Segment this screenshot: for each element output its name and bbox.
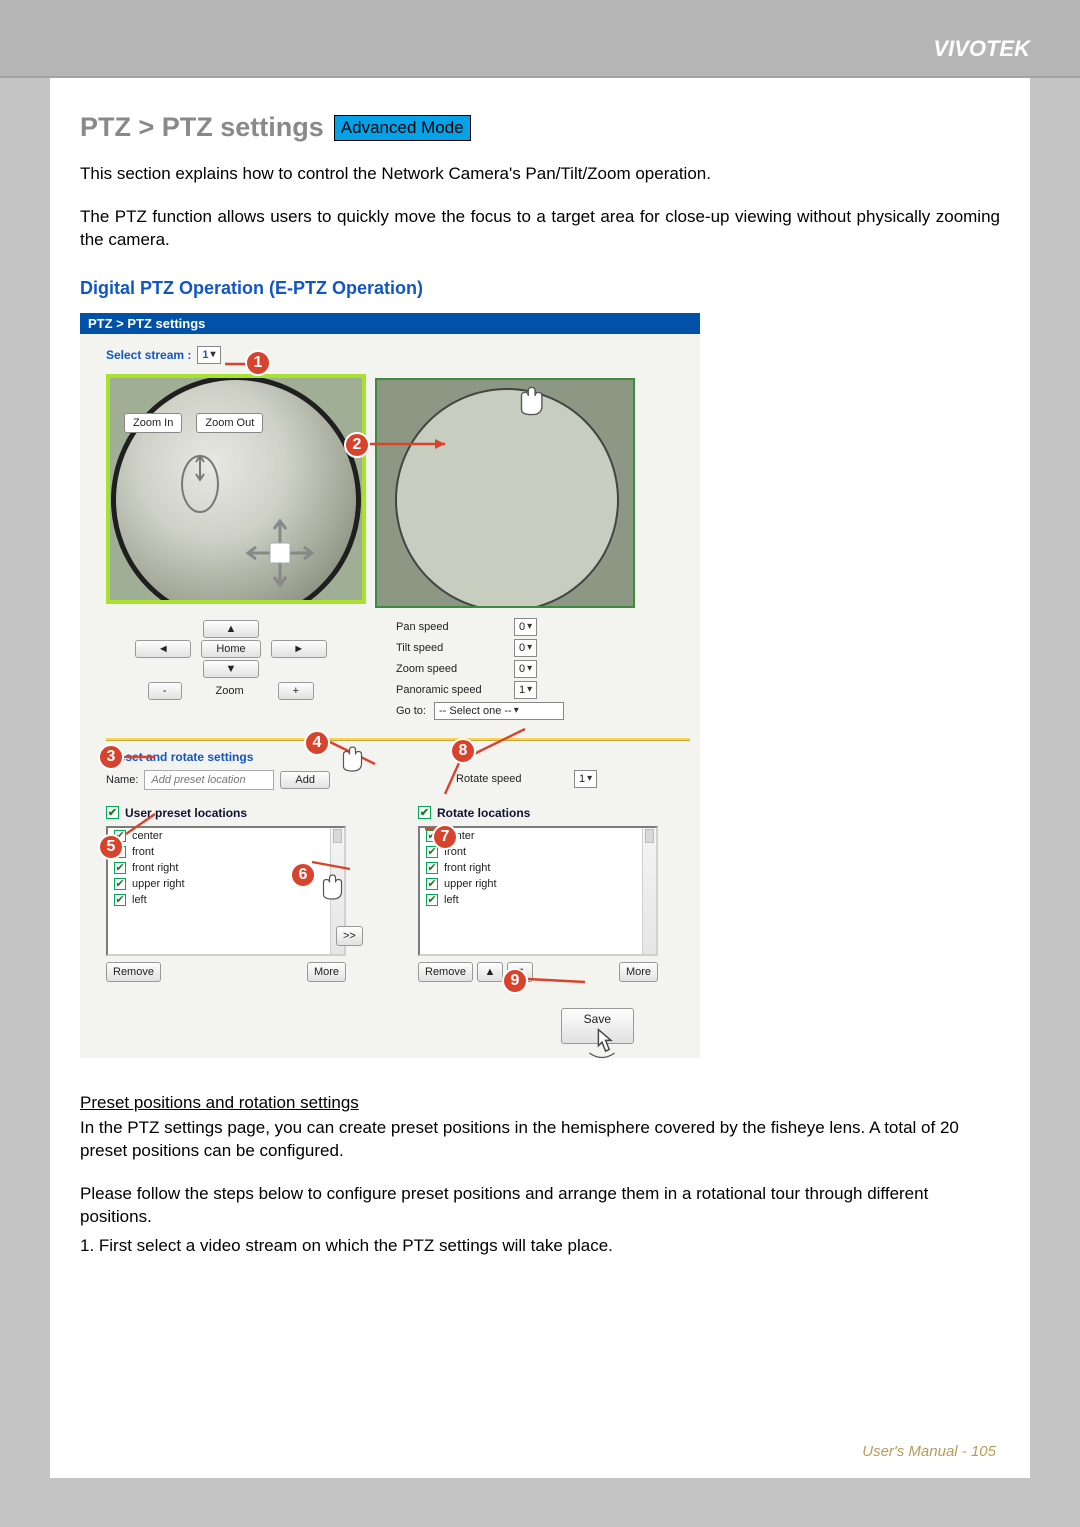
pan-down-button[interactable]: ▼ <box>203 660 259 678</box>
intro-paragraph-2: The PTZ function allows users to quickly… <box>80 206 1000 252</box>
callout-8: 8 <box>450 738 476 764</box>
callout-5: 5 <box>98 834 124 860</box>
tilt-speed-dropdown[interactable]: 0 <box>514 639 537 657</box>
cursor-icon <box>316 872 346 902</box>
pan-direction-icon <box>240 513 320 593</box>
rotate-speed-label: Rotate speed <box>456 773 566 785</box>
zoom-in-tooltip: Zoom In <box>124 413 182 433</box>
preset-name-input[interactable] <box>144 770 274 790</box>
callout-3: 3 <box>98 744 124 770</box>
bottom-para-1: In the PTZ settings page, you can create… <box>80 1117 1000 1163</box>
rotate-locations-checkbox[interactable]: ✔ <box>418 806 431 819</box>
more-rotate-button[interactable]: More <box>619 962 658 982</box>
callout-9: 9 <box>502 968 528 994</box>
callout-4: 4 <box>304 730 330 756</box>
click-cursor-icon <box>584 1026 620 1062</box>
list-item[interactable]: ✔front <box>108 844 344 860</box>
mouse-scroll-icon <box>170 444 230 524</box>
list-item[interactable]: ✔front right <box>420 860 656 876</box>
brand-label: VIVOTEK <box>933 36 1030 62</box>
grab-cursor-icon <box>513 384 547 418</box>
callout-2: 2 <box>344 432 370 458</box>
preset-name-label: Name: <box>106 774 138 786</box>
list-item[interactable]: ✔upper right <box>420 876 656 892</box>
panoramic-speed-label: Panoramic speed <box>396 684 506 696</box>
reorder-up-button[interactable]: ▲ <box>477 962 503 982</box>
list-item[interactable]: ✔left <box>420 892 656 908</box>
select-stream-label: Select stream : <box>106 348 191 362</box>
pan-speed-dropdown[interactable]: 0 <box>514 618 537 636</box>
tilt-speed-label: Tilt speed <box>396 642 506 654</box>
intro-paragraph-1: This section explains how to control the… <box>80 163 1000 186</box>
zoom-label: Zoom <box>192 685 268 697</box>
bottom-para-2: Please follow the steps below to configu… <box>80 1183 1000 1229</box>
fisheye-preview-right[interactable]: 1 <box>375 378 635 608</box>
rotate-locations-title: Rotate locations <box>437 806 530 820</box>
fisheye-image <box>111 375 361 604</box>
subsection-heading: Digital PTZ Operation (E-PTZ Operation) <box>80 278 1000 299</box>
callout-7: 7 <box>432 824 458 850</box>
bottom-heading: Preset positions and rotation settings <box>80 1093 359 1112</box>
pan-right-button[interactable]: ► <box>271 640 327 658</box>
add-preset-button[interactable]: Add <box>280 771 330 789</box>
rotate-speed-dropdown[interactable]: 1 <box>574 770 597 788</box>
zoom-speed-label: Zoom speed <box>396 663 506 675</box>
zoom-speed-dropdown[interactable]: 0 <box>514 660 537 678</box>
panel-breadcrumb: PTZ > PTZ settings <box>80 313 700 334</box>
user-presets-listbox[interactable]: ✔center ✔front ✔front right ✔upper right… <box>106 826 346 956</box>
ptz-settings-panel: PTZ > PTZ settings Select stream : 1 Zoo… <box>80 313 700 1058</box>
goto-dropdown[interactable]: -- Select one -- <box>434 702 564 720</box>
transfer-button[interactable]: >> <box>336 926 363 946</box>
doc-header: VIVOTEK <box>0 0 1080 78</box>
zoom-out-tooltip: Zoom Out <box>196 413 263 433</box>
zoom-in-button[interactable]: + <box>278 682 314 700</box>
bottom-para-3: 1. First select a video stream on which … <box>80 1235 1000 1258</box>
pan-left-button[interactable]: ◄ <box>135 640 191 658</box>
callout-1: 1 <box>245 350 271 376</box>
panel-body: Select stream : 1 Zoom In Zoom Out <box>80 334 700 1058</box>
zoom-out-button[interactable]: - <box>148 682 182 700</box>
pan-up-button[interactable]: ▲ <box>203 620 259 638</box>
list-item[interactable]: ✔left <box>108 892 344 908</box>
list-item[interactable]: ✔center <box>108 828 344 844</box>
page-content: PTZ > PTZ settings Advanced Mode This se… <box>50 78 1030 1478</box>
page-title: PTZ > PTZ settings <box>80 112 324 143</box>
list-item[interactable]: ✔front <box>420 844 656 860</box>
pan-speed-label: Pan speed <box>396 621 506 633</box>
goto-label: Go to: <box>396 705 426 717</box>
callout-6: 6 <box>290 862 316 888</box>
select-stream-dropdown[interactable]: 1 <box>197 346 220 364</box>
home-button[interactable]: Home <box>201 640 260 658</box>
cursor-icon <box>336 744 366 774</box>
remove-rotate-button[interactable]: Remove <box>418 962 473 982</box>
remove-preset-button[interactable]: Remove <box>106 962 161 982</box>
user-presets-checkbox[interactable]: ✔ <box>106 806 119 819</box>
fisheye-preview-left[interactable]: Zoom In Zoom Out <box>106 374 366 604</box>
page-footer: User's Manual - 105 <box>862 1443 996 1460</box>
scrollbar[interactable] <box>642 828 656 954</box>
more-presets-button[interactable]: More <box>307 962 346 982</box>
mode-badge: Advanced Mode <box>334 115 471 141</box>
user-presets-title: User preset locations <box>125 806 247 820</box>
panoramic-speed-dropdown[interactable]: 1 <box>514 681 537 699</box>
